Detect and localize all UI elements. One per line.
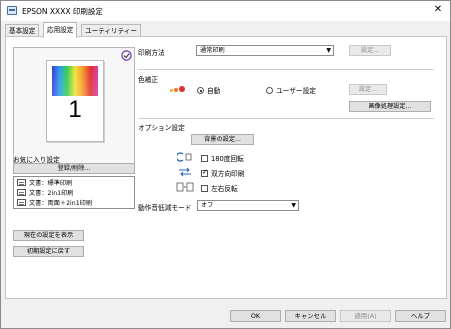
- background-settings-button[interactable]: 背景の設定...: [191, 134, 254, 145]
- bidirectional-icon: [179, 167, 191, 177]
- chevron-down-icon: ▼: [326, 47, 331, 54]
- rotate-icon: [177, 152, 192, 162]
- list-item[interactable]: 文書：両面＋2in1印刷: [17, 199, 92, 208]
- divider: [138, 118, 434, 119]
- print-settings-window: EPSON XXXX 印刷設定 ✕ 基本設定 応用設定 ユーティリティー 1 お…: [0, 0, 451, 329]
- preview-paper: 1: [46, 60, 104, 142]
- document-icon: [17, 189, 26, 196]
- close-icon[interactable]: ✕: [432, 4, 444, 16]
- color-correction-label: 色補正: [138, 76, 159, 84]
- rotate180-checkbox[interactable]: 180度回転: [201, 153, 244, 163]
- window-title: EPSON XXXX 印刷設定: [22, 7, 103, 16]
- apply-button[interactable]: 適用(A): [340, 310, 391, 322]
- quiet-mode-label: 動作音低減モード: [138, 204, 192, 212]
- radio-selected-icon: [197, 87, 204, 94]
- document-icon: [17, 199, 26, 206]
- radio-icon: [266, 87, 273, 94]
- options-label: オプション設定: [138, 124, 185, 132]
- list-item[interactable]: 文書：標準印刷: [17, 179, 72, 188]
- color-user-radio[interactable]: ユーザー設定: [266, 85, 316, 95]
- reset-defaults-button[interactable]: 初期設定に戻す: [13, 246, 84, 257]
- ok-button[interactable]: OK: [230, 310, 281, 322]
- favorites-list[interactable]: 文書：標準印刷 文書：2in1印刷 文書：両面＋2in1印刷: [13, 176, 135, 209]
- printer-icon: [7, 6, 17, 15]
- bidirectional-checkbox[interactable]: 双方向印刷: [201, 168, 244, 178]
- quiet-mode-select[interactable]: オフ ▼: [197, 200, 299, 211]
- checkbox-checked-icon: [201, 168, 208, 177]
- color-correction-icon: [170, 86, 186, 94]
- advanced-settings-panel: 1 お気に入り設定 登録/削除... 文書：標準印刷 文書：2in1印刷 文書：…: [5, 36, 447, 299]
- print-method-label: 印刷方法: [138, 49, 165, 57]
- tab-advanced[interactable]: 応用設定: [43, 22, 78, 38]
- color-check-icon: [121, 50, 132, 61]
- chevron-down-icon: ▼: [291, 202, 296, 209]
- divider: [138, 69, 434, 70]
- checkbox-icon: [201, 185, 208, 192]
- print-method-select[interactable]: 通常印刷 ▼: [196, 45, 334, 56]
- checkbox-icon: [201, 155, 208, 162]
- list-item[interactable]: 文書：2in1印刷: [17, 189, 73, 198]
- title-bar: EPSON XXXX 印刷設定 ✕: [1, 1, 450, 21]
- cancel-button[interactable]: キャンセル: [285, 310, 336, 322]
- image-processing-button[interactable]: 画像処理設定...: [349, 101, 431, 112]
- color-sample-image: [52, 66, 98, 96]
- color-settings-button[interactable]: 設定...: [349, 84, 387, 95]
- mirror-checkbox[interactable]: 左右反転: [201, 183, 238, 193]
- help-button[interactable]: ヘルプ: [395, 310, 446, 322]
- mirror-icon: [176, 182, 194, 192]
- print-method-settings-button[interactable]: 設定...: [349, 45, 391, 56]
- document-icon: [17, 179, 26, 186]
- favorites-register-button[interactable]: 登録/削除...: [13, 163, 135, 174]
- print-preview: 1: [13, 47, 135, 170]
- color-auto-radio[interactable]: 自動: [197, 85, 220, 95]
- show-current-settings-button[interactable]: 現在の設定を表示: [13, 230, 84, 241]
- preview-page-number: 1: [68, 96, 82, 123]
